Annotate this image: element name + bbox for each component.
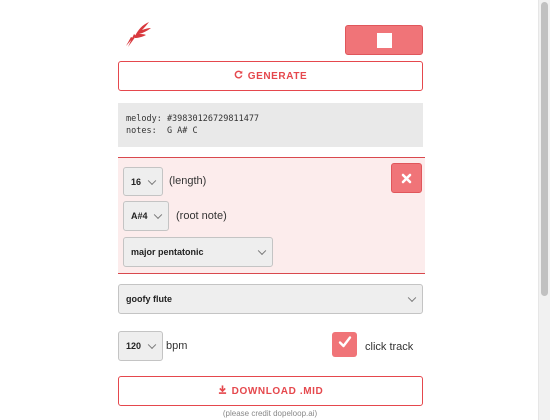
chevron-down-icon [147,176,157,185]
refresh-icon [234,70,243,82]
scale-select[interactable]: major pentatonic [123,237,273,267]
winged-logo-icon [122,20,154,52]
root-note-select[interactable]: A#4 [123,201,169,231]
credit-note: (please credit dopeloop.ai) [222,409,318,418]
stop-button[interactable] [345,25,423,55]
instrument-select[interactable]: goofy flute [118,284,423,314]
download-mid-button[interactable]: DOWNLOAD .MID [118,376,423,406]
remove-settings-button[interactable] [391,163,422,193]
generate-button[interactable]: GENERATE [118,61,423,91]
length-select[interactable]: 16 [123,167,163,196]
close-icon [401,169,412,187]
root-note-select-value: A#4 [131,211,148,221]
length-select-value: 16 [131,176,142,187]
melody-info-box: melody: #39830126729811477 notes: G A# C [118,103,423,147]
click-track-checkbox[interactable] [332,332,357,357]
bpm-select[interactable]: 120 [118,331,163,361]
length-label: (length) [169,175,207,187]
checkmark-icon [337,334,353,355]
bpm-select-value: 120 [126,341,142,351]
chevron-down-icon [153,210,163,220]
click-track-label: click track [365,341,414,353]
generate-label: GENERATE [247,70,308,82]
melody-id-text: melody: #39830126729811477 [126,114,260,124]
chevron-down-icon [147,340,157,350]
instrument-select-value: goofy flute [126,294,172,304]
page: GENERATE melody: #39830126729811477 note… [0,0,550,420]
scrollbar-thumb[interactable] [541,2,548,296]
scrollbar[interactable] [538,0,550,420]
download-label: DOWNLOAD .MID [231,385,324,397]
root-note-label: (root note) [176,210,227,222]
bpm-label: bpm [166,340,188,352]
stop-icon [376,32,392,48]
scale-select-value: major pentatonic [131,247,204,257]
notes-text: notes: G A# C [126,126,198,136]
melody-settings-panel: 16 (length) A#4 (root note) major pentat… [118,157,425,274]
download-icon [218,385,227,397]
chevron-down-icon [407,293,417,303]
chevron-down-icon [257,246,267,256]
